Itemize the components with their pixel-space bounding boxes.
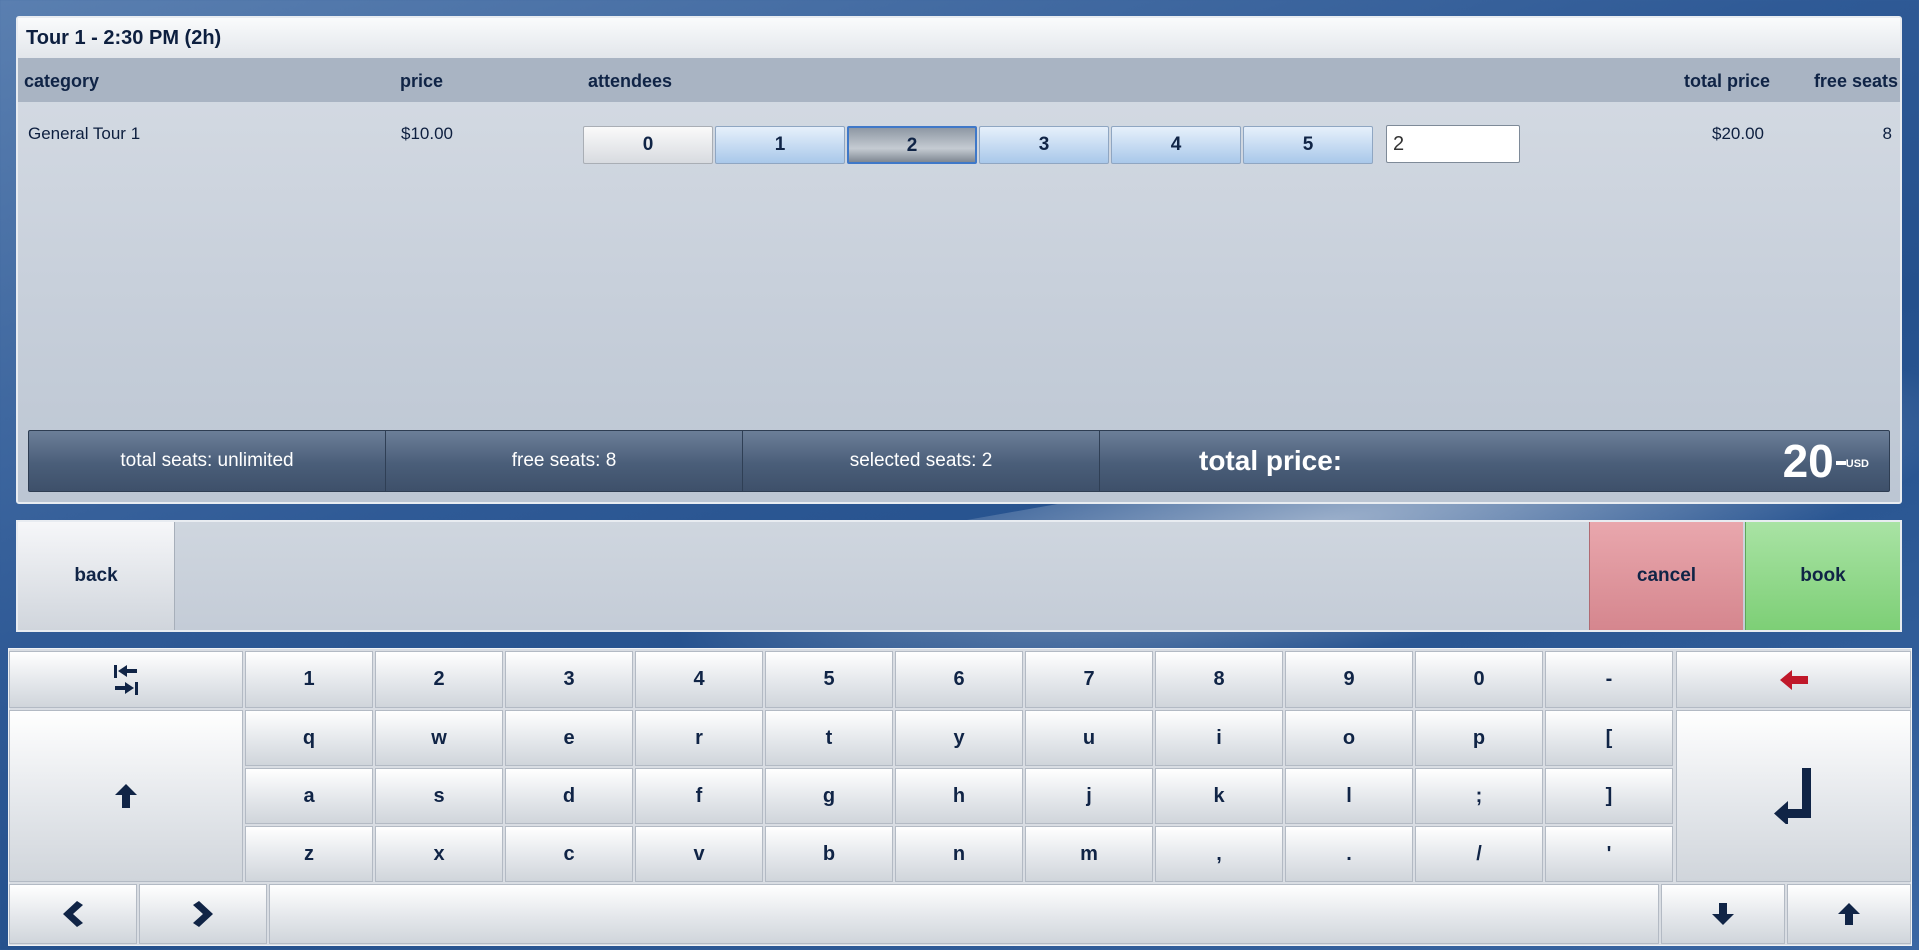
key-q-3[interactable]: r xyxy=(635,710,763,766)
key-q-7[interactable]: i xyxy=(1155,710,1283,766)
selected-seats-label: selected seats: 2 xyxy=(743,431,1100,491)
attendees-button-3[interactable]: 3 xyxy=(979,126,1109,164)
key-z-5[interactable]: n xyxy=(895,826,1023,882)
table-row: General Tour 1 $10.00 0 1 2 3 4 5 2 $20.… xyxy=(18,102,1900,164)
action-bar: back cancel book xyxy=(16,520,1902,632)
booking-panel: Tour 1 - 2:30 PM (2h) category price att… xyxy=(16,16,1902,504)
on-screen-keyboard: 1234567890- q w e r t y u i o p[ a s d f g h j k l;] zxcv… xyxy=(8,648,1912,946)
attendees-button-1[interactable]: 1 xyxy=(715,126,845,164)
key-numbers-6[interactable]: 7 xyxy=(1025,651,1153,708)
key-a-0[interactable]: a xyxy=(245,768,373,824)
key-q-8[interactable]: o xyxy=(1285,710,1413,766)
key-q-9[interactable]: p xyxy=(1415,710,1543,766)
key-a-5[interactable]: h xyxy=(895,768,1023,824)
tour-title: Tour 1 - 2:30 PM (2h) xyxy=(18,18,1900,58)
tab-key[interactable] xyxy=(9,651,243,708)
attendees-button-4[interactable]: 4 xyxy=(1111,126,1241,164)
space-bar-key[interactable] xyxy=(269,884,1659,944)
enter-key[interactable] xyxy=(1676,710,1911,882)
summary-bar: total seats: unlimited free seats: 8 sel… xyxy=(28,430,1890,492)
key-numbers-0[interactable]: 1 xyxy=(245,651,373,708)
down-arrow-key[interactable] xyxy=(1661,884,1785,944)
key-q-1[interactable]: w xyxy=(375,710,503,766)
left-arrow-key[interactable] xyxy=(9,884,137,944)
key-numbers-1[interactable]: 2 xyxy=(375,651,503,708)
key-z-7[interactable]: , xyxy=(1155,826,1283,882)
key-a-3[interactable]: f xyxy=(635,768,763,824)
key-q-10[interactable]: [ xyxy=(1545,710,1673,766)
attendees-input[interactable]: 2 xyxy=(1386,125,1520,163)
shift-key[interactable] xyxy=(9,710,243,882)
currency-code: USD xyxy=(1845,458,1869,470)
tab-icon xyxy=(114,664,138,695)
key-a-1[interactable]: s xyxy=(375,768,503,824)
row-price: $10.00 xyxy=(401,124,453,143)
key-a-10[interactable]: ] xyxy=(1545,768,1673,824)
key-q-2[interactable]: e xyxy=(505,710,633,766)
key-z-1[interactable]: x xyxy=(375,826,503,882)
attendees-button-0[interactable]: 0 xyxy=(583,126,713,164)
backspace-arrow-icon xyxy=(1779,669,1808,690)
key-z-6[interactable]: m xyxy=(1025,826,1153,882)
column-header-total-price: total price xyxy=(1683,71,1770,91)
row-free-seats: 8 xyxy=(1882,124,1892,143)
key-numbers-8[interactable]: 9 xyxy=(1285,651,1413,708)
right-arrow-key[interactable] xyxy=(139,884,267,944)
chevron-right-icon xyxy=(193,901,213,927)
arrow-up-icon xyxy=(1838,903,1860,925)
total-price-amount: 20 USD xyxy=(1783,431,1869,491)
enter-return-icon xyxy=(1773,768,1811,824)
book-button[interactable]: book xyxy=(1745,522,1900,630)
key-numbers-9[interactable]: 0 xyxy=(1415,651,1543,708)
key-numbers-3[interactable]: 4 xyxy=(635,651,763,708)
total-seats-label: total seats: unlimited xyxy=(29,431,386,491)
key-z-4[interactable]: b xyxy=(765,826,893,882)
column-header-category: category xyxy=(24,71,100,91)
key-numbers-2[interactable]: 3 xyxy=(505,651,633,708)
free-seats-label: free seats: 8 xyxy=(386,431,743,491)
chevron-left-icon xyxy=(63,901,83,927)
key-q-5[interactable]: y xyxy=(895,710,1023,766)
key-q-0[interactable]: q xyxy=(245,710,373,766)
decimal-dash xyxy=(1835,461,1846,465)
key-q-4[interactable]: t xyxy=(765,710,893,766)
back-button[interactable]: back xyxy=(18,522,175,630)
key-numbers-4[interactable]: 5 xyxy=(765,651,893,708)
row-category: General Tour 1 xyxy=(28,124,141,143)
key-a-6[interactable]: j xyxy=(1025,768,1153,824)
key-q-6[interactable]: u xyxy=(1025,710,1153,766)
column-header-row: category price attendees total price fre… xyxy=(18,58,1900,102)
key-z-3[interactable]: v xyxy=(635,826,763,882)
column-header-price: price xyxy=(400,71,444,91)
column-header-free-seats: free seats xyxy=(1813,71,1898,91)
key-z-9[interactable]: / xyxy=(1415,826,1543,882)
key-a-9[interactable]: ; xyxy=(1415,768,1543,824)
backspace-key[interactable] xyxy=(1676,651,1911,708)
attendees-button-2-selected[interactable]: 2 xyxy=(847,126,977,164)
key-z-2[interactable]: c xyxy=(505,826,633,882)
key-numbers-10[interactable]: - xyxy=(1545,651,1673,708)
shift-up-arrow-icon xyxy=(115,784,137,808)
arrow-down-icon xyxy=(1712,903,1734,925)
key-z-10[interactable]: ' xyxy=(1545,826,1673,882)
key-z-8[interactable]: . xyxy=(1285,826,1413,882)
key-numbers-5[interactable]: 6 xyxy=(895,651,1023,708)
total-price-label: total price: xyxy=(1199,445,1343,476)
key-a-4[interactable]: g xyxy=(765,768,893,824)
key-z-0[interactable]: z xyxy=(245,826,373,882)
total-price-value: 20 xyxy=(1782,435,1834,487)
column-header-attendees: attendees xyxy=(588,71,673,91)
row-total-price: $20.00 xyxy=(1712,124,1764,143)
key-numbers-7[interactable]: 8 xyxy=(1155,651,1283,708)
key-a-7[interactable]: k xyxy=(1155,768,1283,824)
up-arrow-key[interactable] xyxy=(1787,884,1911,944)
cancel-button[interactable]: cancel xyxy=(1589,522,1743,630)
attendees-button-5[interactable]: 5 xyxy=(1243,126,1373,164)
key-a-2[interactable]: d xyxy=(505,768,633,824)
key-a-8[interactable]: l xyxy=(1285,768,1413,824)
